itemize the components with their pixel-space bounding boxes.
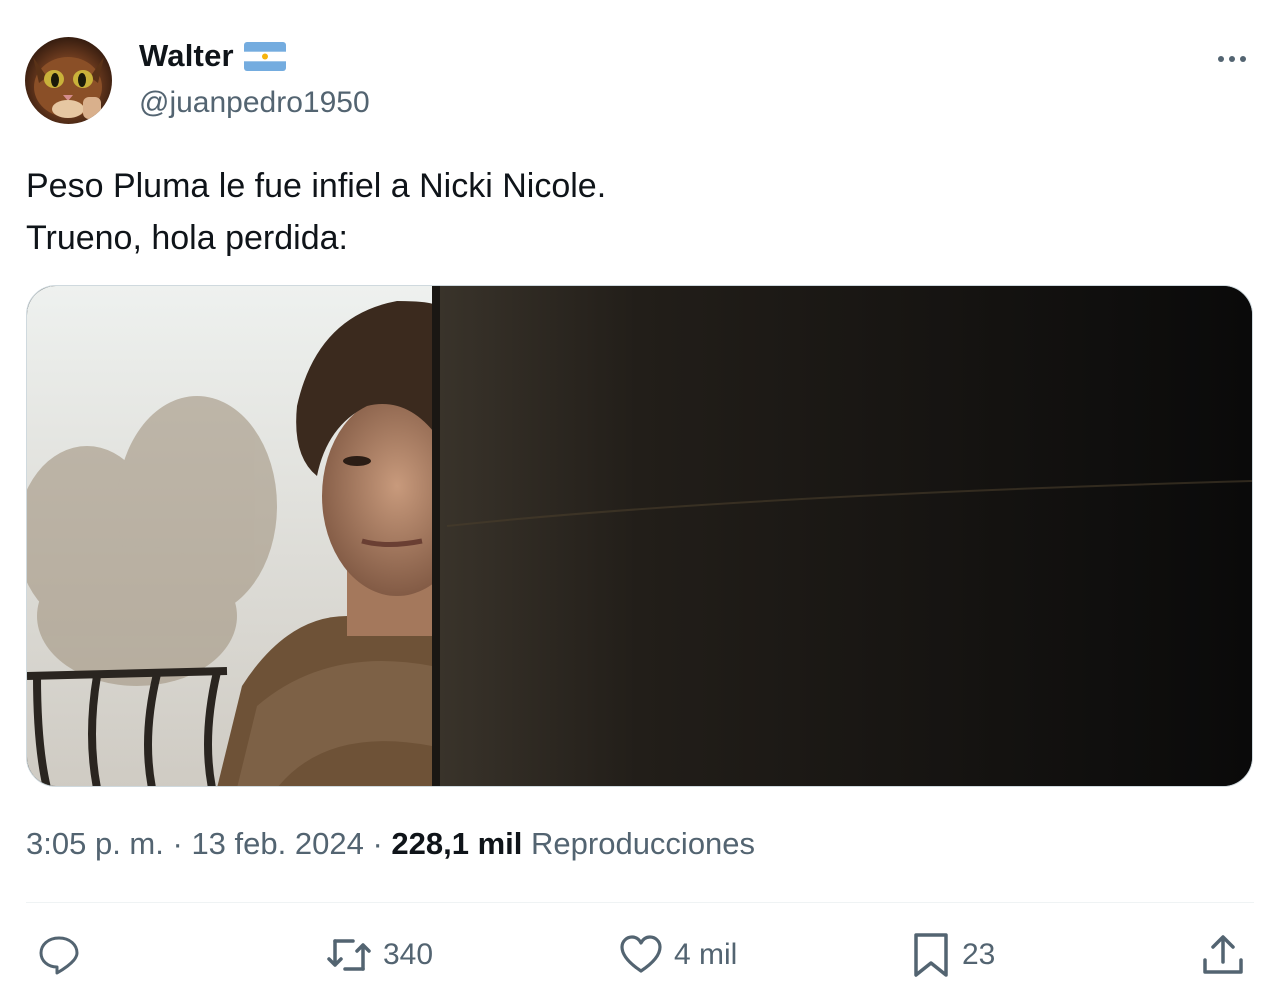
views-label: Reproducciones (531, 826, 756, 861)
argentina-flag-icon (243, 41, 286, 71)
author-name-row[interactable]: Walter (139, 38, 286, 74)
tweet-line: Trueno, hola perdida: (26, 219, 348, 257)
retweet-count: 340 (383, 938, 434, 971)
more-dots-icon (1218, 56, 1246, 62)
bookmark-button[interactable]: 23 (910, 930, 995, 980)
meta-separator: · (172, 826, 183, 861)
retweet-button[interactable]: 340 (325, 930, 433, 980)
tweet-text: Peso Pluma le fue infiel a Nicki Nicole.… (26, 160, 606, 264)
bookmark-icon (914, 933, 948, 977)
share-button[interactable] (1200, 930, 1246, 980)
more-options-button[interactable] (1212, 46, 1252, 72)
like-button[interactable]: 4 mil (618, 930, 737, 980)
share-icon (1203, 935, 1243, 974)
tweet-time[interactable]: 3:05 p. m. (26, 826, 164, 861)
like-count: 4 mil (674, 938, 738, 971)
retweet-icon (327, 939, 371, 971)
bookmark-count: 23 (962, 938, 996, 971)
cat-avatar-icon (33, 57, 104, 119)
tweet-date[interactable]: 13 feb. 2024 (191, 826, 363, 861)
heart-icon (620, 935, 662, 973)
author-handle[interactable]: @juanpedro1950 (139, 86, 370, 120)
tweet-line: Peso Pluma le fue infiel a Nicki Nicole. (26, 167, 607, 205)
views-count: 228,1 mil (391, 826, 523, 861)
meta-separator: · (372, 826, 383, 861)
reply-button[interactable] (36, 930, 92, 980)
tweet-meta: 3:05 p. m. · 13 feb. 2024 · 228,1 mil Re… (26, 826, 755, 862)
media-illustration (27, 286, 1252, 786)
author-display-name[interactable]: Walter (139, 38, 234, 74)
reply-icon (39, 936, 79, 975)
avatar[interactable] (25, 37, 112, 124)
divider (26, 902, 1254, 903)
tweet-media-image[interactable] (26, 285, 1253, 787)
